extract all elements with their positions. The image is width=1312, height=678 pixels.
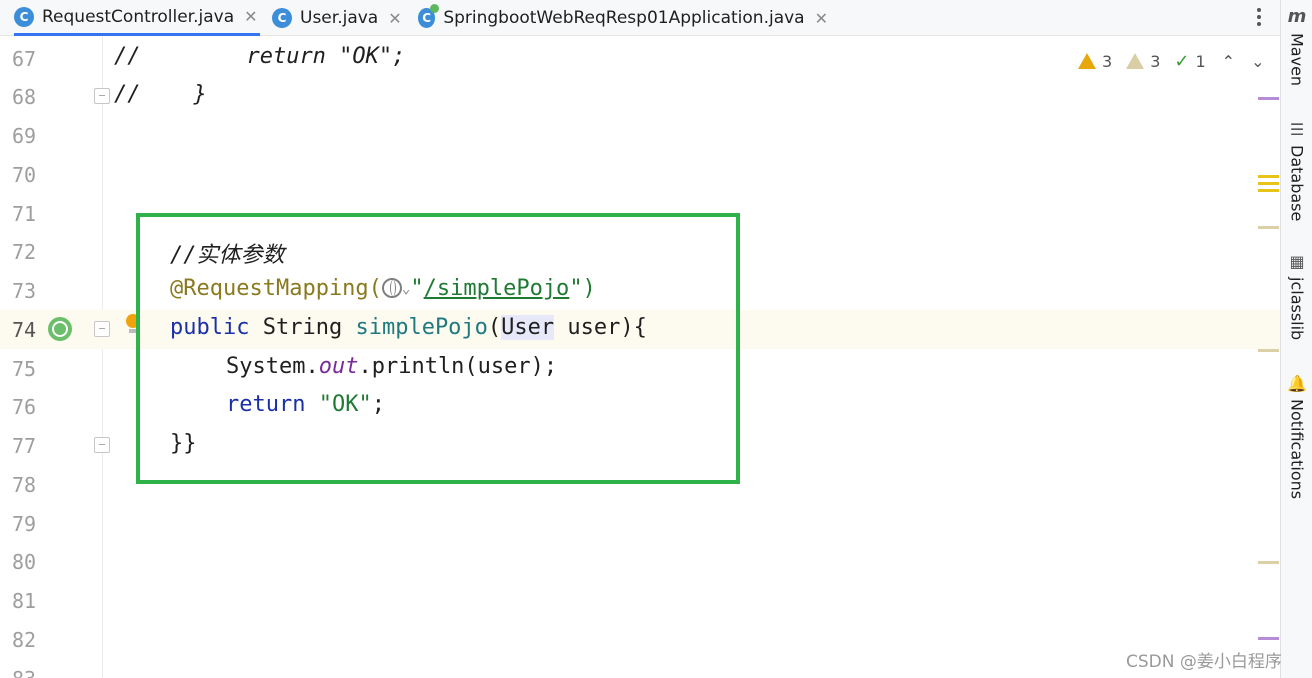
line-number: 81 (12, 589, 37, 613)
line-number: 83 (12, 667, 36, 678)
spring-class-icon: C (418, 4, 440, 28)
code-line: 79 (0, 504, 1280, 543)
line-number: 73 (12, 279, 37, 303)
code-line: 80 (0, 542, 1280, 581)
tab-user[interactable]: C User.java ✕ (272, 0, 402, 36)
comment-prefix: // (114, 82, 141, 107)
tool-window-notifications[interactable]: 🔔 Notifications (1281, 374, 1312, 499)
weak-warning-icon (1126, 53, 1145, 69)
tool-window-maven[interactable]: m Maven (1281, 6, 1312, 86)
next-highlight-icon[interactable]: ⌄ (1251, 52, 1264, 71)
line-number: 74 (12, 318, 37, 342)
line-number: 70 (12, 163, 37, 187)
code-line: 81 (0, 581, 1280, 620)
tool-window-label: Notifications (1287, 399, 1307, 500)
right-tool-window-bar: m Maven ☰ Database ▦ jclasslib 🔔 Notific… (1280, 0, 1312, 678)
stripe-mark[interactable] (1258, 175, 1279, 178)
line-number: 71 (12, 202, 37, 226)
stripe-mark[interactable] (1258, 189, 1279, 192)
close-icon[interactable]: ✕ (388, 9, 401, 28)
stripe-mark[interactable] (1258, 97, 1279, 100)
line-text: return "OK"; (140, 44, 406, 69)
tool-window-jclasslib[interactable]: ▦ jclasslib (1281, 252, 1312, 340)
code-line: 68 // } (0, 77, 1280, 116)
jclasslib-icon: ▦ (1289, 252, 1305, 271)
close-icon[interactable]: ✕ (815, 9, 828, 28)
comment-prefix: // (114, 44, 141, 69)
code-line: 69 (0, 116, 1280, 155)
highlight-box (136, 213, 740, 484)
tool-window-label: jclasslib (1287, 277, 1307, 341)
line-number: 67 (12, 47, 37, 71)
class-icon: C (14, 6, 34, 27)
line-number: 78 (12, 473, 37, 497)
line-number: 69 (12, 124, 37, 148)
typo-count: 1 (1195, 51, 1206, 71)
line-number: 82 (12, 628, 37, 652)
code-line: 82 (0, 620, 1280, 659)
warning-count: 3 (1102, 51, 1113, 71)
database-icon: ☰ (1289, 120, 1305, 139)
tab-label: RequestController.java (42, 6, 235, 27)
tool-window-label: Maven (1287, 33, 1307, 87)
line-text: } (140, 82, 207, 107)
close-icon[interactable]: ✕ (244, 7, 257, 26)
code-line: 83 (0, 659, 1280, 678)
fold-marker-icon[interactable] (94, 88, 110, 104)
tab-label: User.java (300, 8, 379, 28)
more-tabs-icon[interactable] (1252, 5, 1266, 31)
line-number: 80 (12, 550, 37, 574)
stripe-mark[interactable] (1258, 182, 1279, 185)
stripe-mark[interactable] (1258, 226, 1279, 229)
stripe-mark[interactable] (1258, 637, 1279, 640)
class-icon: C (272, 8, 292, 28)
editor-tab-bar: C RequestController.java ✕ C User.java ✕… (0, 0, 1280, 36)
tab-label: SpringbootWebReqResp01Application.java (443, 8, 805, 28)
bell-icon: 🔔 (1287, 374, 1307, 393)
tab-springboot-application[interactable]: C SpringbootWebReqResp01Application.java… (418, 0, 828, 36)
line-number: 79 (12, 512, 37, 536)
tool-window-label: Database (1287, 145, 1307, 222)
tool-window-database[interactable]: ☰ Database (1281, 120, 1312, 221)
weak-warning-count: 3 (1150, 51, 1161, 71)
tab-requestcontroller[interactable]: C RequestController.java ✕ (14, 0, 260, 36)
line-number: 75 (12, 357, 37, 381)
warning-icon (1078, 53, 1096, 69)
inspections-widget[interactable]: 3 3 ✓ 1 ⌃ ⌄ (1078, 50, 1264, 72)
stripe-mark[interactable] (1258, 349, 1279, 352)
fold-marker-icon[interactable] (94, 437, 110, 453)
line-number: 76 (12, 395, 37, 419)
watermark: CSDN @姜小白程序 (1126, 652, 1282, 672)
previous-highlight-icon[interactable]: ⌃ (1222, 52, 1235, 71)
line-number: 72 (12, 240, 37, 264)
maven-icon: m (1287, 6, 1307, 27)
typo-check-icon: ✓ (1174, 50, 1190, 72)
line-number: 77 (12, 434, 37, 458)
code-line: 70 (0, 155, 1280, 194)
line-number: 68 (12, 85, 37, 109)
spring-endpoint-icon[interactable] (48, 317, 72, 341)
fold-marker-icon[interactable] (94, 321, 110, 337)
stripe-mark[interactable] (1258, 561, 1279, 564)
